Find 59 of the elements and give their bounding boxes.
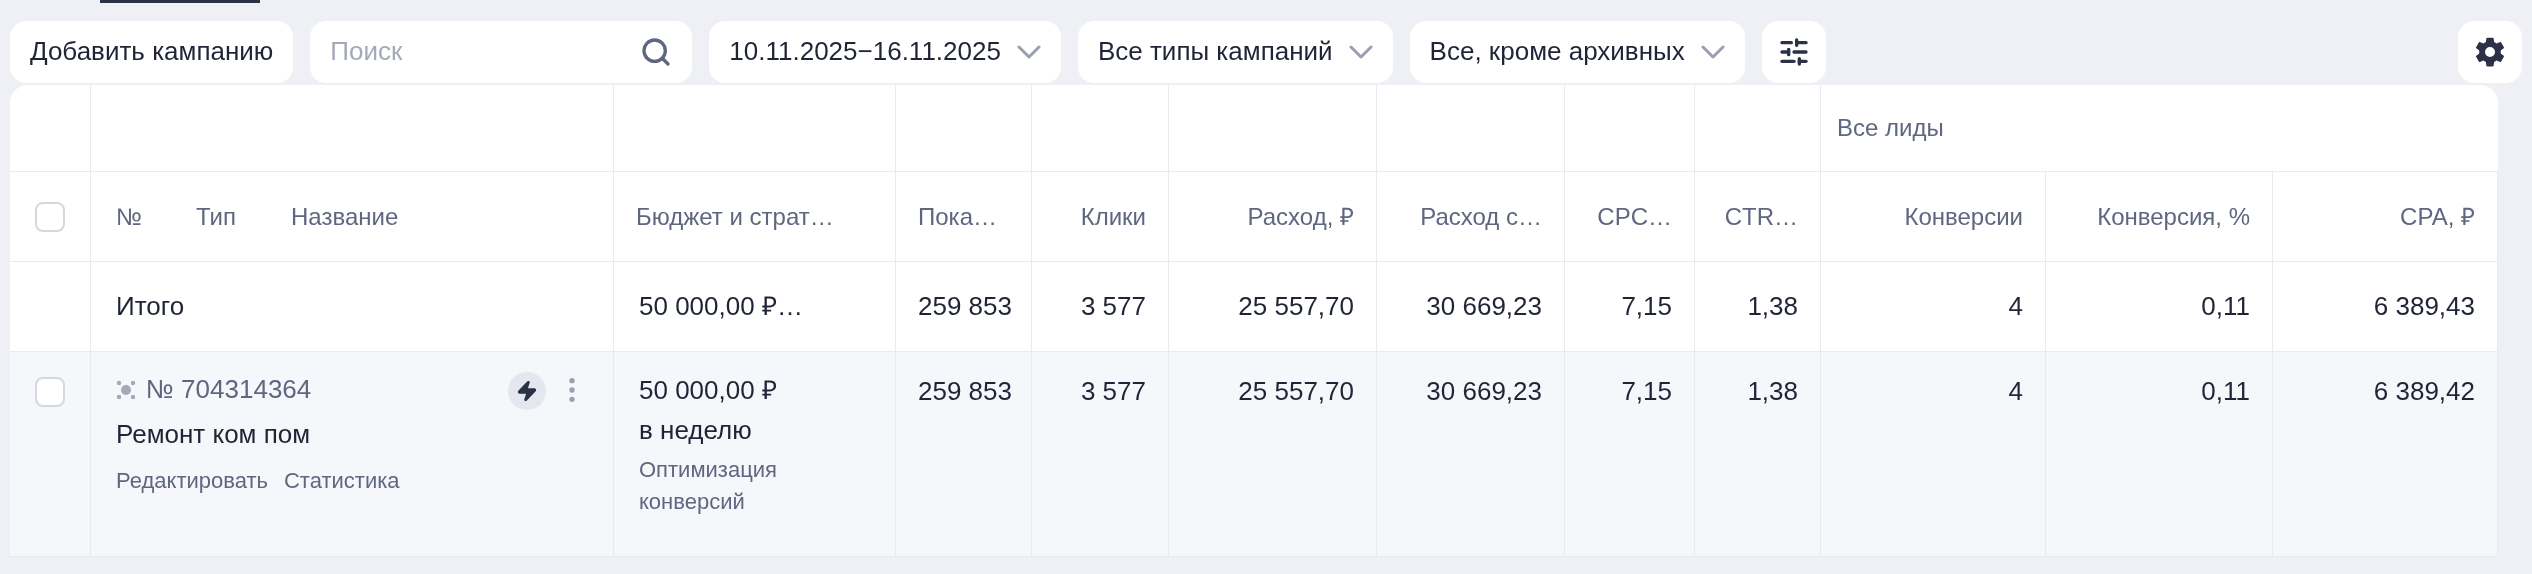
column-header[interactable]: CPA, ₽: [2400, 198, 2475, 235]
table-cell-text: 259 853: [918, 290, 1012, 323]
column-header[interactable]: Пока…: [918, 198, 997, 235]
budget-value: 50 000,00 ₽…: [639, 290, 803, 323]
table-cell-text: 3 577: [1080, 290, 1146, 323]
table-cell-text: 3 577: [1080, 375, 1146, 408]
table-cell-text: 4: [2008, 375, 2023, 408]
campaign-link[interactable]: Статистика: [284, 464, 400, 497]
filter-settings-button[interactable]: [1761, 20, 1826, 83]
column-group-header: Все лиды: [1837, 113, 1944, 143]
table-cell-text: 1,38: [1747, 375, 1798, 408]
column-header[interactable]: Клики: [1080, 198, 1146, 235]
settings-button[interactable]: [2458, 20, 2522, 83]
campaign-link[interactable]: Редактировать: [116, 464, 268, 497]
table-cell-text: 30 669,23: [1426, 290, 1542, 323]
table-cell-text: 4: [2008, 290, 2023, 323]
table-cell-text: 6 389,42: [2373, 375, 2475, 408]
column-header[interactable]: Расход, ₽: [1247, 198, 1354, 235]
table-cell-text: 1,38: [1747, 290, 1798, 323]
column-header[interactable]: Конверсия, %: [2097, 198, 2250, 235]
autotarget-button[interactable]: [508, 372, 546, 410]
table-cell-text: 25 557,70: [1238, 375, 1354, 408]
chevron-down-icon: [1016, 44, 1041, 59]
table-cell-text: 259 853: [918, 375, 1012, 408]
checkbox[interactable]: [35, 201, 65, 232]
settings-icon: [2474, 35, 2506, 68]
search-icon: [640, 35, 673, 68]
add-campaign-button[interactable]: Добавить кампанию: [10, 20, 294, 83]
chevron-down-icon: [1348, 44, 1373, 59]
table-cell-text: 7,15: [1621, 290, 1672, 323]
lightning-icon: [516, 380, 538, 402]
filter-dropdown[interactable]: 10.11.2025−16.11.2025: [709, 20, 1061, 83]
campaign-type-icon: [116, 379, 136, 400]
campaign-number: № 704314364: [146, 373, 312, 406]
table-cell-text: 0,11: [2201, 290, 2250, 323]
table-cell-text: 25 557,70: [1238, 290, 1354, 323]
table-cell-text: 6 389,43: [2373, 290, 2475, 323]
strategy-text: Оптимизация конверсий: [639, 456, 778, 516]
sliders-icon: [1777, 35, 1810, 68]
column-header[interactable]: CTR…: [1724, 198, 1798, 235]
checkbox[interactable]: [35, 377, 65, 407]
column-header[interactable]: CPC…: [1597, 198, 1672, 235]
filter-dropdown[interactable]: Все типы кампаний: [1077, 20, 1393, 83]
table-cell-text: 7,15: [1621, 375, 1672, 408]
search-field[interactable]: Поиск: [310, 20, 693, 83]
column-header[interactable]: Тип: [196, 198, 291, 235]
total-label: Итого: [116, 290, 185, 323]
table-cell-text: 0,11: [2201, 375, 2250, 408]
column-header[interactable]: Расход с…: [1420, 198, 1542, 235]
column-header[interactable]: Бюджет и страт…: [636, 198, 834, 235]
budget-period: в неделю: [639, 414, 753, 447]
column-header[interactable]: Конверсии: [1904, 198, 2023, 235]
column-header[interactable]: Название: [291, 198, 399, 235]
budget-value: 50 000,00 ₽: [639, 374, 778, 407]
chevron-down-icon: [1700, 44, 1725, 59]
filter-dropdown[interactable]: Все, кроме архивных: [1409, 20, 1745, 83]
campaign-name[interactable]: Ремонт ком пом: [116, 415, 508, 454]
column-header[interactable]: №: [116, 198, 196, 235]
table-cell-text: 30 669,23: [1426, 375, 1542, 408]
